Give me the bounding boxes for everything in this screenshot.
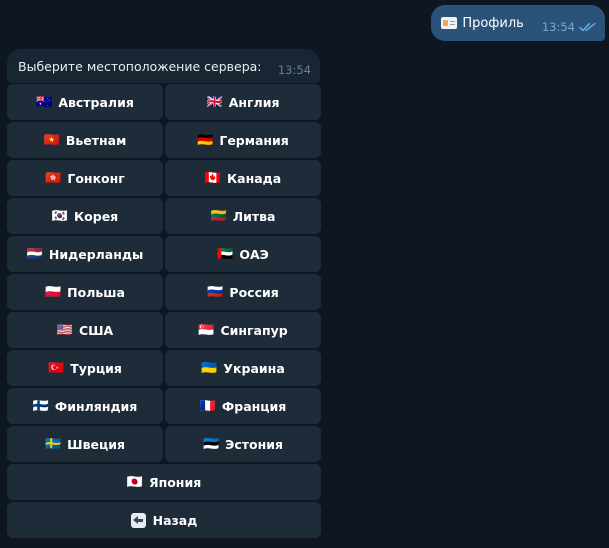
server-button-label: Турция <box>70 360 122 376</box>
server-button-canada[interactable]: 🇨🇦 Канада <box>165 160 321 196</box>
server-button-england[interactable]: 🇬🇧 Англия <box>165 84 321 120</box>
inline-keyboard: 🇦🇺 Австралия 🇬🇧 Англия 🇻🇳 Вьетнам 🇩🇪 Германи… <box>7 84 321 540</box>
incoming-message-bubble[interactable]: Выберите местоположение сервера: 13:54 <box>7 49 320 83</box>
server-button-label: Украина <box>223 360 285 376</box>
russia-flag-icon: 🇷🇺 <box>207 284 224 300</box>
vietnam-flag-icon: 🇻🇳 <box>43 132 60 148</box>
outgoing-message-text: Профиль <box>462 15 524 31</box>
outgoing-message-text-wrap: Профиль <box>441 16 524 31</box>
server-button-estonia[interactable]: 🇪🇪 Эстония <box>165 426 321 462</box>
keyboard-row: 🇦🇺 Австралия 🇬🇧 Англия <box>7 84 321 120</box>
incoming-message-time: 13:54 <box>277 63 311 77</box>
server-button-russia[interactable]: 🇷🇺 Россия <box>165 274 321 310</box>
uae-flag-icon: 🇦🇪 <box>217 246 234 262</box>
canada-flag-icon: 🇨🇦 <box>204 170 221 186</box>
korea-flag-icon: 🇰🇷 <box>51 208 68 224</box>
server-button-ukraine[interactable]: 🇺🇦 Украина <box>165 350 321 386</box>
keyboard-row: 🇸🇪 Швеция 🇪🇪 Эстония <box>7 426 321 462</box>
estonia-flag-icon: 🇪🇪 <box>202 436 220 452</box>
server-button-singapore[interactable]: 🇸🇬 Сингапур <box>165 312 321 348</box>
server-button-label: Вьетнам <box>65 132 127 148</box>
server-button-korea[interactable]: 🇰🇷 Корея <box>7 198 163 234</box>
server-button-lithuania[interactable]: 🇱🇹 Литва <box>165 198 321 234</box>
back-arrow-icon <box>130 512 146 528</box>
server-button-label: Швеция <box>67 436 126 452</box>
server-button-label: Нидерланды <box>48 246 144 262</box>
keyboard-row: 🇫🇮 Финляндия 🇫🇷 Франция <box>7 388 321 424</box>
server-button-label: Франция <box>221 398 287 414</box>
netherlands-flag-icon: 🇳🇱 <box>26 246 43 262</box>
server-button-label: Финляндия <box>54 398 138 414</box>
back-button[interactable]: Назад <box>7 502 321 538</box>
server-button-hong-kong[interactable]: 🇭🇰 Гонконг <box>7 160 163 196</box>
outgoing-message-meta: 13:54 <box>542 20 597 34</box>
incoming-message-text: Выберите местоположение сервера: <box>18 59 262 74</box>
germany-flag-icon: 🇩🇪 <box>197 132 214 148</box>
server-button-vietnam[interactable]: 🇻🇳 Вьетнам <box>7 122 163 158</box>
server-button-label: ОАЭ <box>239 246 269 262</box>
server-button-label: Польша <box>67 284 125 300</box>
keyboard-row: Назад <box>7 502 321 538</box>
server-button-label: Литва <box>232 208 276 224</box>
france-flag-icon: 🇫🇷 <box>199 398 216 414</box>
back-button-label: Назад <box>152 512 198 528</box>
read-checkmarks-icon <box>579 22 596 32</box>
server-button-uae[interactable]: 🇦🇪 ОАЭ <box>165 236 321 272</box>
japan-flag-icon: 🇯🇵 <box>126 474 143 490</box>
id-card-icon <box>441 17 458 29</box>
keyboard-row: 🇯🇵 Япония <box>7 464 321 500</box>
server-button-label: Англия <box>228 94 280 110</box>
server-button-label: Корея <box>73 208 119 224</box>
server-button-label: Сингапур <box>220 322 288 338</box>
turkey-flag-icon: 🇹🇷 <box>48 360 65 376</box>
server-button-label: Эстония <box>225 436 284 452</box>
server-button-label: Австралия <box>58 94 134 110</box>
server-button-label: Германия <box>219 132 289 148</box>
keyboard-row: 🇹🇷 Турция 🇺🇦 Украина <box>7 350 321 386</box>
keyboard-row: 🇳🇱 Нидерланды 🇦🇪 ОАЭ <box>7 236 321 272</box>
finland-flag-icon: 🇫🇮 <box>32 398 49 414</box>
keyboard-row: 🇵🇱 Польша 🇷🇺 Россия <box>7 274 321 310</box>
keyboard-row: 🇺🇸 США 🇸🇬 Сингапур <box>7 312 321 348</box>
server-button-netherlands[interactable]: 🇳🇱 Нидерланды <box>7 236 163 272</box>
outgoing-message-time: 13:54 <box>541 20 575 34</box>
usa-flag-icon: 🇺🇸 <box>56 322 73 338</box>
keyboard-row: 🇰🇷 Корея 🇱🇹 Литва <box>7 198 321 234</box>
poland-flag-icon: 🇵🇱 <box>44 284 62 300</box>
server-button-finland[interactable]: 🇫🇮 Финляндия <box>7 388 163 424</box>
server-button-label: Гонконг <box>67 170 125 186</box>
server-button-label: Канада <box>226 170 282 186</box>
australia-flag-icon: 🇦🇺 <box>36 94 53 110</box>
hong-kong-flag-icon: 🇭🇰 <box>45 170 62 186</box>
lithuania-flag-icon: 🇱🇹 <box>210 208 227 224</box>
server-button-poland[interactable]: 🇵🇱 Польша <box>7 274 163 310</box>
singapore-flag-icon: 🇸🇬 <box>198 322 215 338</box>
keyboard-row: 🇭🇰 Гонконг 🇨🇦 Канада <box>7 160 321 196</box>
sweden-flag-icon: 🇸🇪 <box>44 436 62 452</box>
server-button-germany[interactable]: 🇩🇪 Германия <box>165 122 321 158</box>
server-button-france[interactable]: 🇫🇷 Франция <box>165 388 321 424</box>
server-button-label: Япония <box>148 474 202 490</box>
server-button-usa[interactable]: 🇺🇸 США <box>7 312 163 348</box>
ukraine-flag-icon: 🇺🇦 <box>201 360 218 376</box>
keyboard-row: 🇻🇳 Вьетнам 🇩🇪 Германия <box>7 122 321 158</box>
server-button-label: США <box>78 322 114 338</box>
server-button-australia[interactable]: 🇦🇺 Австралия <box>7 84 163 120</box>
server-button-turkey[interactable]: 🇹🇷 Турция <box>7 350 163 386</box>
server-button-label: Россия <box>229 284 279 300</box>
server-button-japan[interactable]: 🇯🇵 Япония <box>7 464 321 500</box>
server-button-sweden[interactable]: 🇸🇪 Швеция <box>7 426 163 462</box>
outgoing-message-bubble[interactable]: Профиль 13:54 <box>431 5 605 41</box>
uk-flag-icon: 🇬🇧 <box>206 94 223 110</box>
